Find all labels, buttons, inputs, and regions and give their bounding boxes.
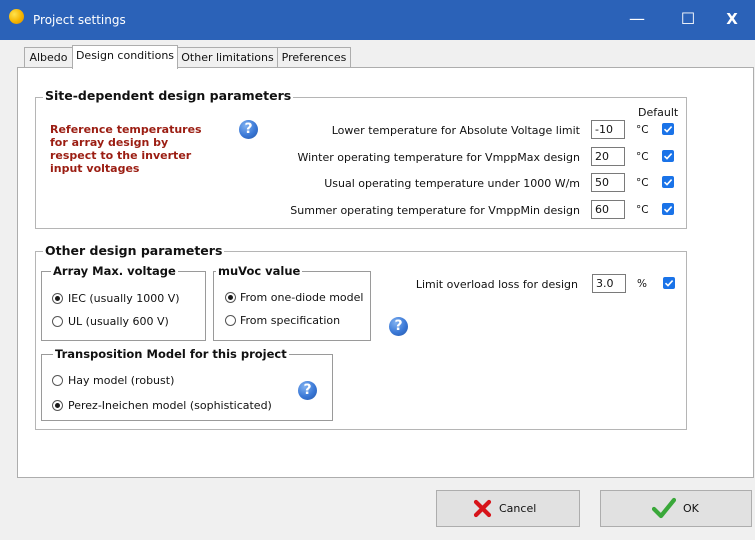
cancel-x-icon (473, 499, 492, 518)
lower-temp-label: Lower temperature for Absolute Voltage l… (331, 124, 580, 137)
iec-radio[interactable] (52, 293, 63, 304)
summer-temp-unit: °C (636, 204, 649, 216)
winter-temp-label: Winter operating temperature for VmppMax… (297, 151, 580, 164)
winter-temp-input[interactable]: 20 (591, 147, 625, 166)
muvoc-title: muVoc value (216, 264, 303, 278)
transposition-title: Transposition Model for this project (53, 347, 289, 361)
maximize-button[interactable]: ☐ (665, 0, 711, 40)
app-logo-icon (9, 9, 24, 24)
reference-text-line: for array design by (50, 136, 169, 149)
ul-radio-label: UL (usually 600 V) (68, 315, 169, 328)
summer-temp-input[interactable]: 60 (591, 200, 625, 219)
checkmark-icon (652, 497, 676, 519)
cancel-label: Cancel (499, 502, 537, 515)
tab-other-limitations[interactable]: Other limitations (177, 47, 278, 68)
other-parameters-title: Other design parameters (43, 243, 225, 258)
muvoc-group (213, 271, 371, 341)
array-max-voltage-group (41, 271, 206, 341)
iec-radio-label: IEC (usually 1000 V) (68, 292, 180, 305)
lower-temp-default-checkbox[interactable] (662, 123, 674, 135)
usual-temp-default-checkbox[interactable] (662, 176, 674, 188)
cancel-button[interactable]: Cancel (436, 490, 580, 527)
default-header: Default (638, 106, 679, 119)
window-title: Project settings (33, 13, 126, 27)
site-parameters-title: Site-dependent design parameters (43, 88, 294, 103)
overload-checkbox[interactable] (663, 277, 675, 289)
specification-radio[interactable] (225, 315, 236, 326)
reference-text: Reference temperatures for array design … (50, 123, 202, 175)
one-diode-radio-label: From one-diode model (240, 291, 364, 304)
ok-button[interactable]: OK (600, 490, 752, 527)
title-bar: Project settings — ☐ X (0, 0, 755, 40)
lower-temp-input[interactable]: -10 (591, 120, 625, 139)
array-max-voltage-title: Array Max. voltage (51, 264, 178, 278)
usual-temp-unit: °C (636, 177, 649, 189)
usual-temp-label: Usual operating temperature under 1000 W… (324, 177, 580, 190)
usual-temp-input[interactable]: 50 (591, 173, 625, 192)
help-icon[interactable]: ? (298, 381, 317, 400)
reference-text-line: respect to the inverter (50, 149, 192, 162)
one-diode-radio[interactable] (225, 292, 236, 303)
help-icon[interactable]: ? (389, 317, 408, 336)
lower-temp-unit: °C (636, 124, 649, 136)
reference-text-line: Reference temperatures (50, 123, 202, 136)
overload-unit: % (637, 278, 647, 290)
hay-model-radio[interactable] (52, 375, 63, 386)
tab-preferences[interactable]: Preferences (277, 47, 351, 68)
ok-label: OK (683, 502, 699, 515)
winter-temp-default-checkbox[interactable] (662, 150, 674, 162)
summer-temp-default-checkbox[interactable] (662, 203, 674, 215)
winter-temp-unit: °C (636, 151, 649, 163)
close-button[interactable]: X (709, 0, 755, 40)
summer-temp-label: Summer operating temperature for VmppMin… (290, 204, 580, 217)
ul-radio[interactable] (52, 316, 63, 327)
hay-model-radio-label: Hay model (robust) (68, 374, 175, 387)
perez-model-radio-label: Perez-Ineichen model (sophisticated) (68, 399, 272, 412)
perez-model-radio[interactable] (52, 400, 63, 411)
minimize-button[interactable]: — (614, 0, 660, 40)
tab-design-conditions[interactable]: Design conditions (72, 45, 178, 69)
specification-radio-label: From specification (240, 314, 341, 327)
overload-label: Limit overload loss for design (415, 278, 578, 291)
reference-text-line: input voltages (50, 162, 140, 175)
overload-input[interactable]: 3.0 (592, 274, 626, 293)
tab-albedo[interactable]: Albedo (24, 47, 73, 68)
